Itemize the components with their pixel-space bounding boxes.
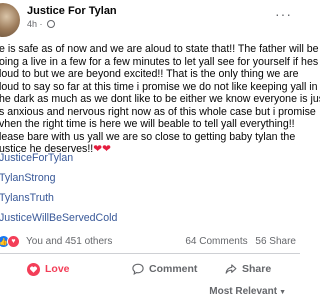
share-button[interactable]: Share xyxy=(225,256,271,282)
divider xyxy=(0,253,300,254)
post-line: vhen the right time is here we will beab… xyxy=(0,118,295,130)
hashtag-link[interactable]: TylanStrong xyxy=(0,172,117,192)
post-meta: 4h · xyxy=(27,19,56,29)
chevron-down-icon: ▼ xyxy=(279,289,286,296)
reaction-icons[interactable]: 👍 ♥ xyxy=(0,235,23,248)
post-time[interactable]: 4h xyxy=(27,19,37,29)
post-header: Justice For Tylan 4h · ··· xyxy=(0,0,300,37)
hashtag-link[interactable]: JusticeWillBeServedCold xyxy=(0,212,117,232)
comment-sort-dropdown[interactable]: Most Relevant ▼ xyxy=(209,286,286,297)
action-bar: Love Comment Share xyxy=(0,256,300,282)
post-line: loud to say so far at this time i promis… xyxy=(0,80,318,93)
post-body: e is safe as of now and we are aloud to … xyxy=(0,43,320,156)
engagement-counts: 64 Comments 56 Share xyxy=(185,236,296,247)
hashtag-link[interactable]: JusticeForTylan xyxy=(0,152,117,172)
comment-sort-label: Most Relevant xyxy=(209,286,278,297)
post-line: e is safe as of now and we are aloud to … xyxy=(0,43,319,55)
hashtag-list: JusticeForTylan TylanStrong TylansTruth … xyxy=(0,152,117,232)
post-line: lease bare with us yall we are so close … xyxy=(0,130,296,143)
hashtag-link[interactable]: TylansTruth xyxy=(0,192,117,212)
author-name[interactable]: Justice For Tylan xyxy=(27,5,117,17)
post-line: s anxious and nervous right now as of th… xyxy=(0,105,316,118)
share-icon xyxy=(225,263,237,275)
post-line: he dark as much as we dont like to be ei… xyxy=(0,93,320,105)
love-button[interactable]: Love xyxy=(27,256,70,282)
post-line: oing a live in a few for a few minutes t… xyxy=(0,55,319,68)
shares-count[interactable]: 56 Share xyxy=(255,236,296,247)
comments-count[interactable]: 64 Comments xyxy=(185,236,247,247)
post-line: loud to but we are beyond excited!! That… xyxy=(0,68,299,80)
avatar[interactable] xyxy=(0,3,20,37)
love-icon xyxy=(27,262,40,276)
more-options-icon[interactable]: ··· xyxy=(275,7,292,21)
reactions-summary[interactable]: You and 451 others xyxy=(26,236,112,247)
comment-label: Comment xyxy=(149,263,198,275)
comment-icon xyxy=(132,263,144,275)
love-label: Love xyxy=(45,263,70,275)
post-stats: 👍 ♥ You and 451 others 64 Comments 56 Sh… xyxy=(0,232,300,254)
share-label: Share xyxy=(242,263,272,275)
comment-button[interactable]: Comment xyxy=(132,256,197,282)
love-reaction-icon: ♥ xyxy=(7,235,20,248)
globe-icon xyxy=(47,20,56,28)
